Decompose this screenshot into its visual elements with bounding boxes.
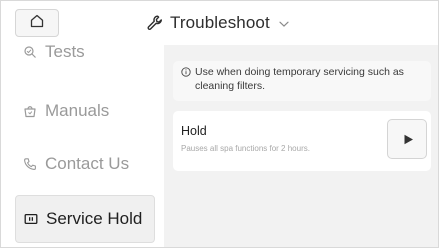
sidebar-item-service-hold[interactable]: Service Hold [15,195,155,243]
phone-icon [23,157,37,171]
sidebar-item-label: Contact Us [45,154,130,173]
wrench-icon [146,14,164,32]
info-icon [181,65,191,101]
sidebar-item-label: Tests [45,42,85,61]
chevron-down-icon [276,16,290,30]
app-window: Troubleshoot Tests Manuals Contact Us Se… [0,0,439,248]
hold-card: Hold Pauses all spa functions for 2 hour… [173,111,431,171]
sidebar-item-manuals[interactable]: Manuals [15,87,155,135]
sidebar-item-label: Manuals [45,101,110,120]
tests-icon [23,45,37,59]
hold-description: Pauses all spa functions for 2 hours. [181,144,310,153]
home-button[interactable] [15,9,59,37]
pause-icon [24,212,38,226]
info-notice: Use when doing temporary servicing such … [173,61,431,101]
sidebar-item-contact-us[interactable]: Contact Us [15,140,155,188]
section-selector[interactable]: Troubleshoot [146,11,290,35]
sidebar: Tests Manuals Contact Us Service Hold [1,42,164,247]
sidebar-item-tests[interactable]: Tests [15,35,155,69]
hold-title: Hold [181,124,207,138]
info-text: Use when doing temporary servicing such … [195,66,404,92]
play-icon [401,134,414,145]
manuals-icon [23,104,37,118]
sidebar-item-label: Service Hold [46,209,143,228]
home-icon [29,13,45,34]
page-title: Troubleshoot [170,13,270,32]
start-hold-button[interactable] [387,119,427,159]
main-panel: Use when doing temporary servicing such … [164,45,438,247]
